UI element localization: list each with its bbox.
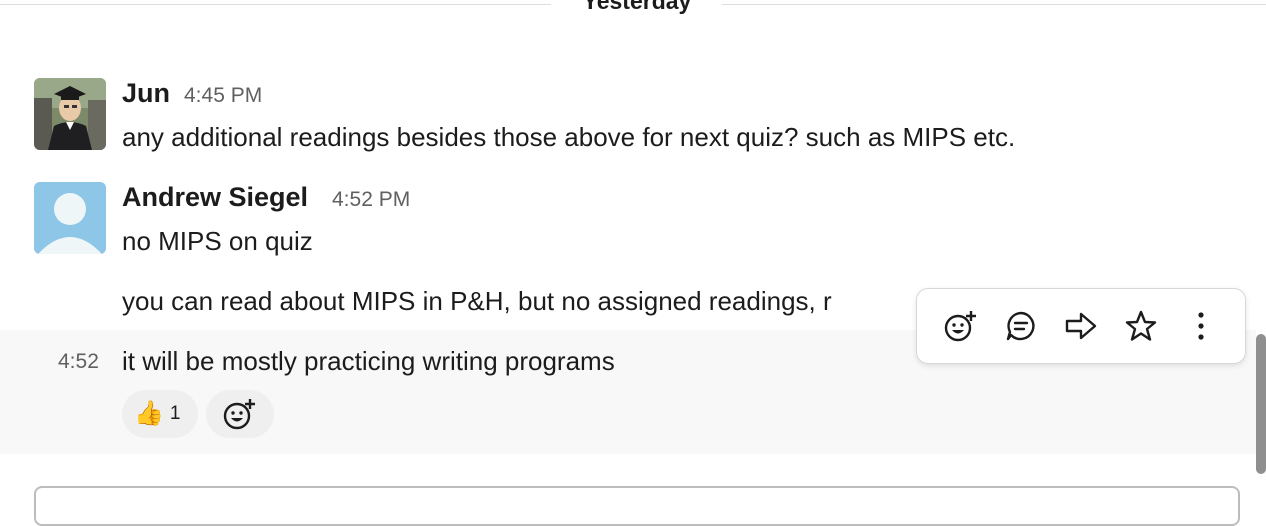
forward-arrow-icon bbox=[1065, 312, 1097, 340]
star-icon bbox=[1125, 310, 1157, 341]
message-text: no MIPS on quiz bbox=[122, 226, 313, 256]
divider-line-right bbox=[722, 4, 1266, 5]
message-text: any additional readings besides those ab… bbox=[122, 122, 1016, 152]
scrollbar-thumb[interactable] bbox=[1256, 334, 1266, 474]
add-emoji-icon bbox=[944, 311, 976, 342]
avatar-andrew-siegel[interactable] bbox=[34, 182, 106, 254]
message-timestamp[interactable]: 4:52 PM bbox=[332, 188, 410, 212]
thread-reply-icon bbox=[1006, 311, 1035, 341]
avatar-jun[interactable] bbox=[34, 78, 106, 150]
date-divider-label[interactable]: Yesterday bbox=[556, 0, 718, 15]
vertical-ellipsis-icon bbox=[1198, 312, 1204, 340]
message-author[interactable]: Andrew Siegel bbox=[122, 182, 308, 213]
message-gutter-timestamp[interactable]: 4:52 bbox=[58, 350, 99, 374]
reaction-count: 1 bbox=[169, 403, 181, 424]
divider-line-left bbox=[0, 4, 551, 5]
message-author[interactable]: Jun bbox=[122, 78, 170, 109]
save-message-action[interactable] bbox=[1116, 301, 1166, 351]
message-timestamp[interactable]: 4:45 PM bbox=[184, 84, 262, 108]
message-actions-toolbar bbox=[916, 288, 1246, 364]
more-actions-button[interactable] bbox=[1176, 301, 1226, 351]
message-composer[interactable] bbox=[34, 486, 1240, 526]
add-reaction-action[interactable] bbox=[936, 301, 986, 351]
add-reaction-button[interactable] bbox=[206, 390, 274, 438]
add-emoji-icon bbox=[223, 399, 255, 430]
message-text: you can read about MIPS in P&H, but no a… bbox=[122, 286, 832, 316]
share-message-action[interactable] bbox=[1056, 301, 1106, 351]
reaction-thumbs-up[interactable]: 👍 1 bbox=[122, 390, 198, 438]
reply-in-thread-action[interactable] bbox=[996, 301, 1046, 351]
thumbs-up-emoji-icon: 👍 bbox=[134, 400, 164, 427]
message-text: it will be mostly practicing writing pro… bbox=[122, 346, 615, 376]
